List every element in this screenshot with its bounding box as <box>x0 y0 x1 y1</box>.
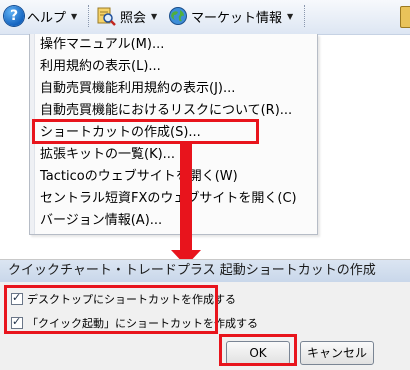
toolbar-separator <box>304 5 307 27</box>
globe-icon <box>168 6 188 26</box>
menu-item-terms[interactable]: 利用規約の表示(L)... <box>40 56 161 78</box>
highlight-box-options <box>4 285 218 334</box>
dialog-title: クイックチャート・トレードプラス 起動ショートカットの作成 <box>0 260 410 282</box>
menu-item-manual[interactable]: 操作マニュアル(M)... <box>40 34 164 56</box>
menu-item-central-tanshi-website[interactable]: セントラル短資FXのウェブサイトを開く(C) <box>40 188 297 210</box>
highlight-box-shortcut <box>32 119 259 144</box>
help-icon: ? <box>4 6 24 26</box>
chevron-down-icon: ▼ <box>71 11 78 21</box>
menu-item-version-info[interactable]: バージョン情報(A)... <box>40 210 162 232</box>
inquiry-menu-button[interactable]: 照会 ▼ <box>95 4 157 28</box>
menu-item-extension-kits[interactable]: 拡張キットの一覧(K)... <box>40 144 175 166</box>
inquiry-menu-label: 照会 <box>120 10 147 26</box>
chevron-down-icon: ▼ <box>287 11 294 21</box>
menu-item-tactico-website[interactable]: Tacticoのウェブサイトを開く(W) <box>40 166 238 188</box>
highlight-box-ok <box>219 334 297 366</box>
arrow-down-icon <box>180 141 192 253</box>
help-menu-button[interactable]: ? ヘルプ ▼ <box>4 4 77 28</box>
toolbar-separator <box>88 5 91 27</box>
cancel-button[interactable]: キャンセル <box>300 341 374 365</box>
toolbar-overflow-icon[interactable] <box>400 6 410 28</box>
menu-item-auto-trade-terms[interactable]: 自動売買機能利用規約の表示(J)... <box>40 78 235 100</box>
menubar: ? ヘルプ ▼ 照会 ▼ マーケット情報 ▼ <box>0 0 410 35</box>
market-info-menu-label: マーケット情報 <box>191 10 283 26</box>
chevron-down-icon: ▼ <box>151 11 158 21</box>
help-menu-label: ヘルプ <box>27 10 67 26</box>
market-info-menu-button[interactable]: マーケット情報 ▼ <box>168 4 293 28</box>
inquiry-icon <box>95 6 117 26</box>
